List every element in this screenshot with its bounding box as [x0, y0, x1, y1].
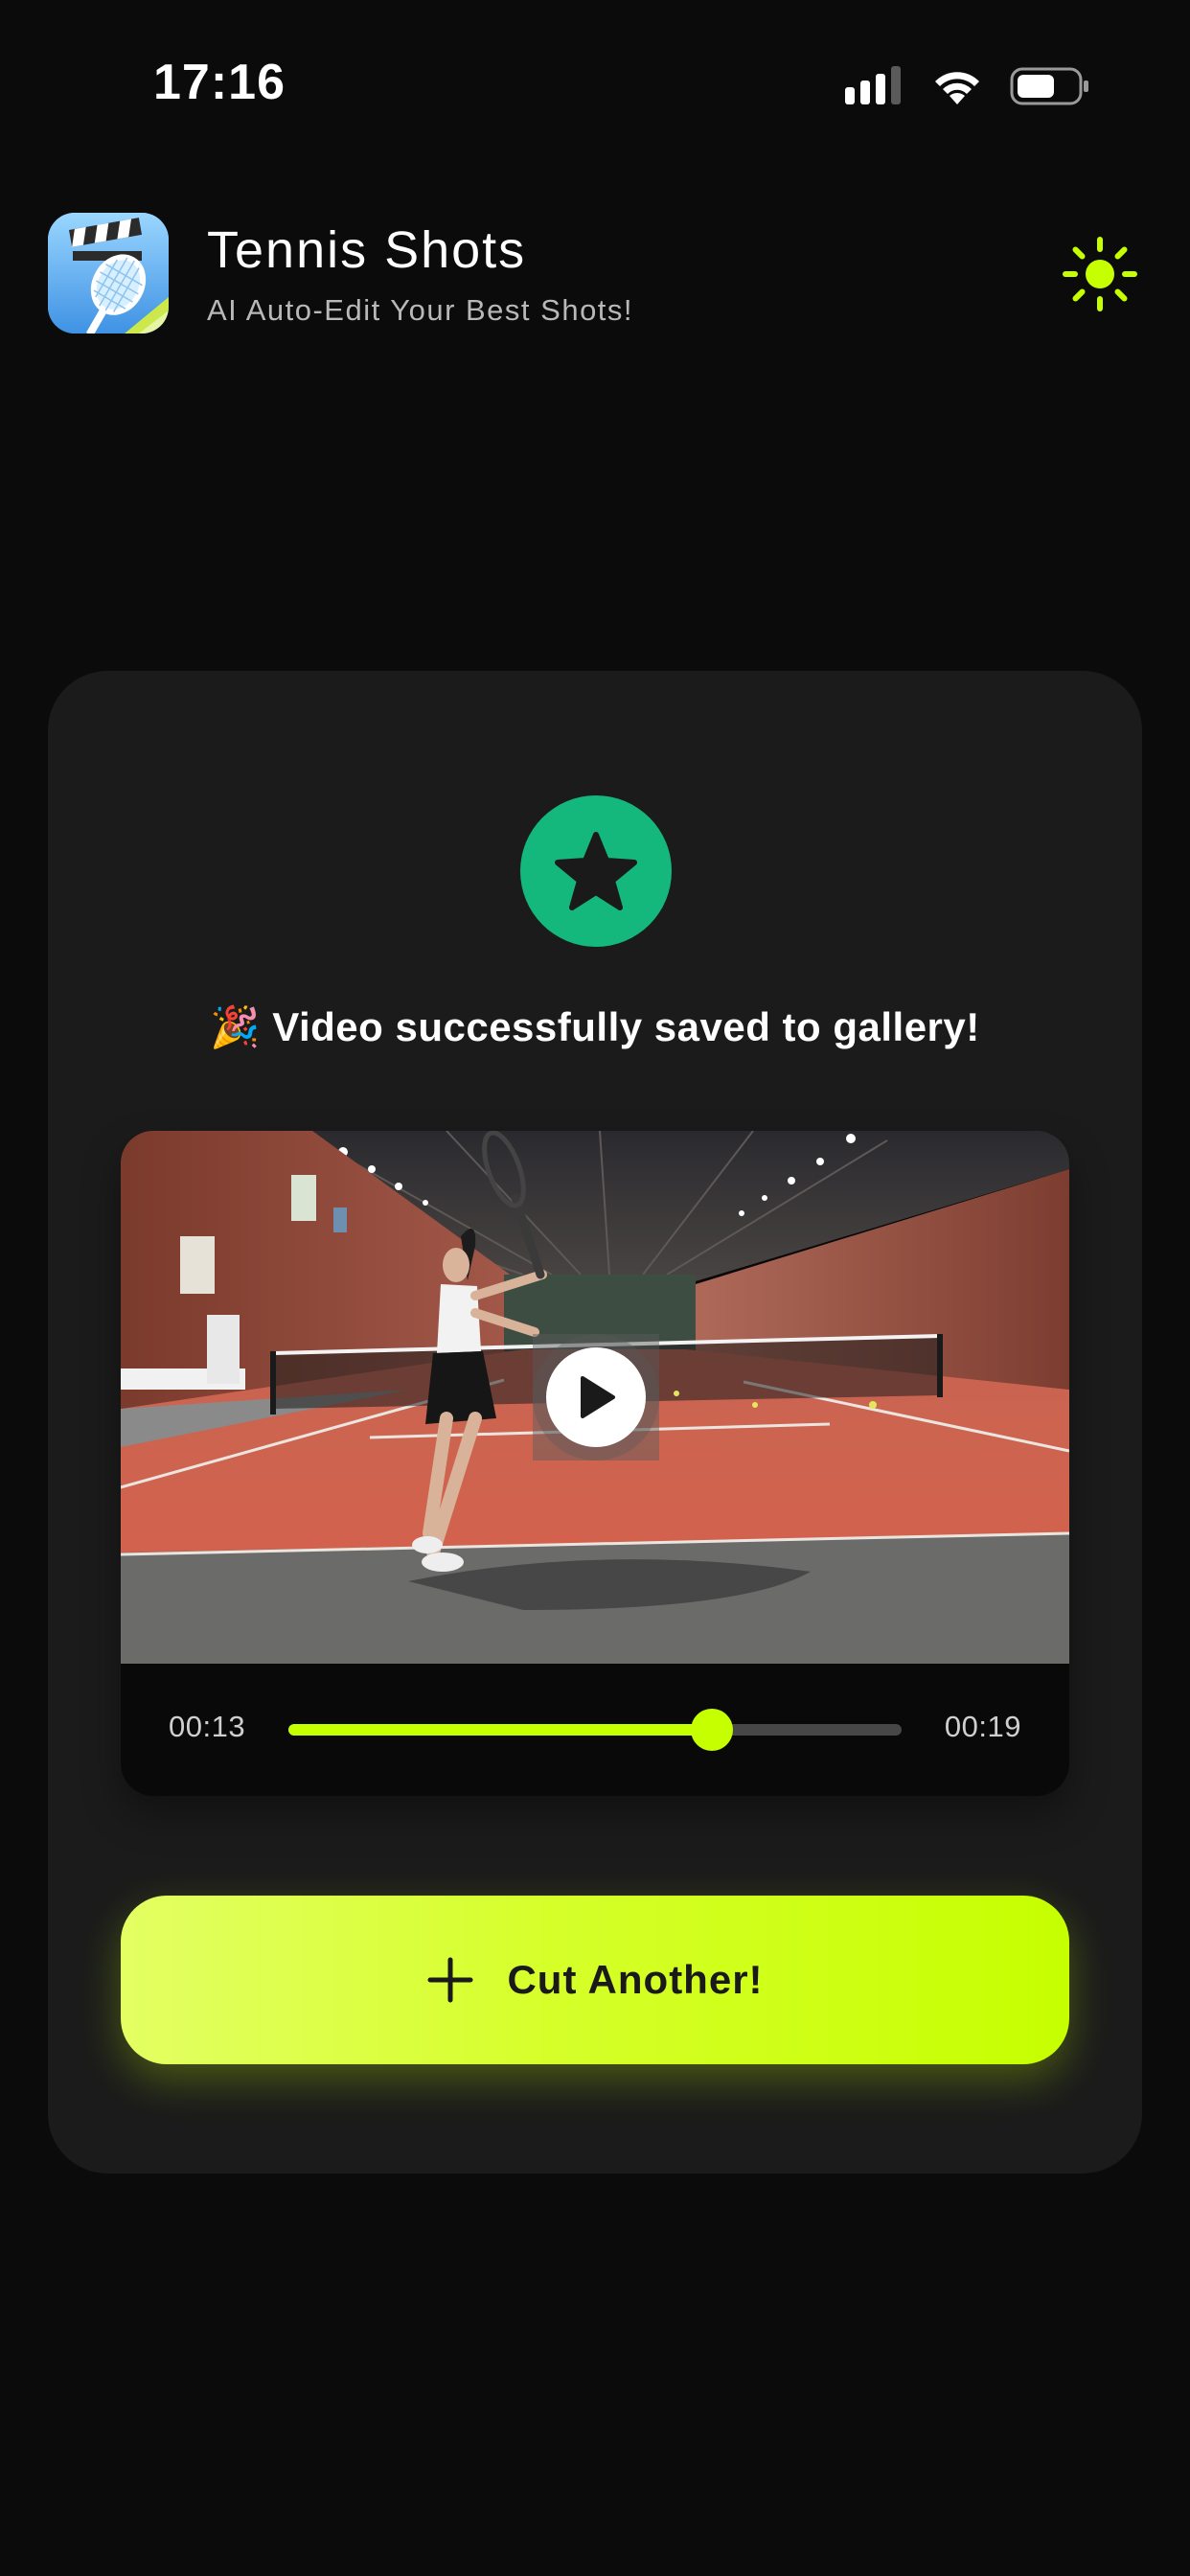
cut-another-label: Cut Another! — [507, 1957, 764, 2002]
plus-icon — [427, 1957, 473, 2003]
theme-toggle-button[interactable] — [1062, 236, 1138, 312]
cut-another-button[interactable]: Cut Another! — [121, 1896, 1069, 2064]
sun-icon — [1063, 237, 1137, 311]
play-button[interactable] — [546, 1347, 646, 1447]
video-player[interactable]: 00:13 00:19 — [121, 1131, 1069, 1796]
play-icon — [581, 1376, 615, 1418]
cellular-signal-icon — [845, 66, 904, 106]
clapperboard-racket-icon — [48, 213, 169, 334]
success-card: 🎉 Video successfully saved to gallery! 0… — [48, 671, 1142, 2174]
app-screen: 17:16 Tennis Shots AI Auto-Edit Your Bes… — [0, 0, 1190, 2576]
success-message: 🎉 Video successfully saved to gallery! — [210, 1004, 980, 1049]
status-icons — [845, 59, 1090, 113]
status-time: 17:16 — [153, 55, 286, 110]
progress-fill — [288, 1724, 712, 1736]
app-header: Tennis Shots AI Auto-Edit Your Best Shot… — [48, 213, 1142, 335]
wifi-icon — [929, 66, 985, 106]
battery-icon — [1010, 66, 1090, 106]
video-thumbnail[interactable] — [121, 1131, 1069, 1664]
app-subtitle: AI Auto-Edit Your Best Shots! — [207, 293, 634, 327]
star-icon — [555, 832, 637, 910]
status-bar: 17:16 — [0, 0, 1190, 172]
app-title: Tennis Shots — [207, 221, 527, 279]
success-badge — [520, 795, 672, 947]
progress-thumb[interactable] — [690, 1709, 733, 1751]
current-time: 00:13 — [169, 1710, 246, 1743]
playback-controls: 00:13 00:19 — [121, 1664, 1069, 1796]
total-time: 00:19 — [944, 1710, 1021, 1743]
progress-slider[interactable] — [288, 1709, 902, 1751]
